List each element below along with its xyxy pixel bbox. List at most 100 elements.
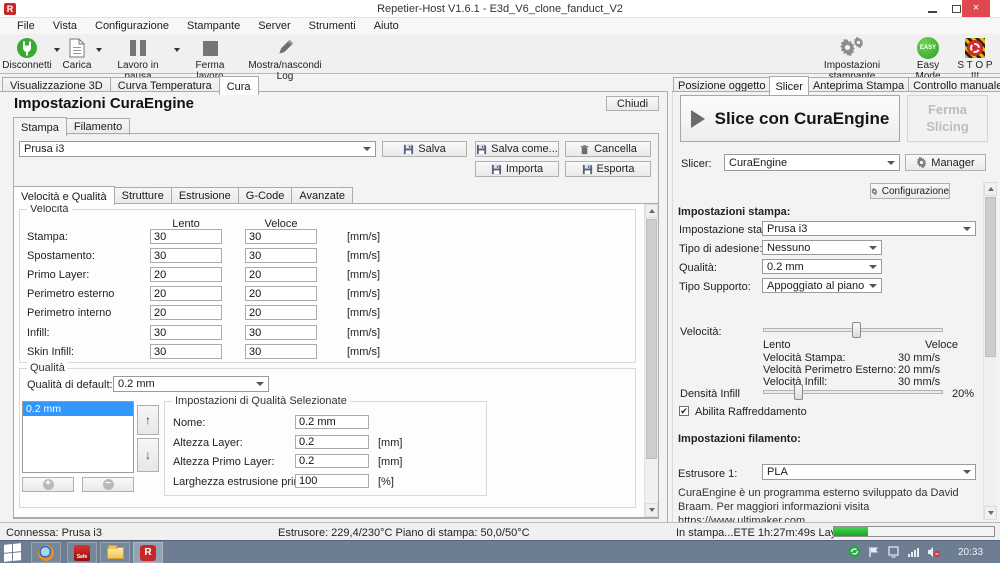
stampa-lento-input[interactable] [150, 229, 222, 244]
spostamento-veloce-input[interactable] [245, 248, 317, 263]
taskbar-safe[interactable]: Safe [67, 542, 97, 563]
move-down-button[interactable]: ↓ [137, 438, 159, 472]
cancella-button[interactable]: Cancella [565, 141, 651, 157]
floppy-icon [491, 164, 502, 175]
configurazione-button[interactable]: Configurazione [870, 183, 950, 199]
tab-slicer[interactable]: Slicer [769, 76, 809, 95]
flag-icon[interactable] [868, 546, 880, 558]
infill-lento-input[interactable] [150, 325, 222, 340]
pause-dropdown[interactable] [174, 48, 180, 52]
salva-come-button[interactable]: Salva come... [475, 141, 559, 157]
taskbar-explorer[interactable] [100, 542, 130, 563]
quality-list[interactable]: 0.2 mm [22, 401, 134, 473]
salva-button[interactable]: Salva [382, 141, 467, 157]
slider-thumb[interactable] [794, 384, 803, 400]
print-settings-title: Impostazioni stampa: [678, 206, 790, 218]
slider-thumb[interactable] [852, 322, 861, 338]
scroll-down-icon[interactable] [984, 506, 997, 520]
scrollbar-thumb[interactable] [646, 219, 657, 459]
spostamento-lento-input[interactable] [150, 248, 222, 263]
load-dropdown[interactable] [96, 48, 102, 52]
larghezza-estrusione-input[interactable] [295, 474, 369, 488]
menu-vista[interactable]: Vista [44, 20, 86, 32]
scroll-up-icon[interactable] [984, 182, 997, 196]
altezza-primo-layer-input[interactable] [295, 454, 369, 468]
subtab-stampa[interactable]: Stampa [13, 117, 67, 136]
slicer-combo[interactable]: CuraEngine [724, 154, 900, 171]
action-center-icon[interactable] [887, 546, 900, 558]
cooling-checkbox[interactable] [679, 406, 689, 416]
manager-button[interactable]: Manager [905, 154, 986, 171]
settings-scrollbar[interactable] [644, 204, 658, 517]
scroll-down-icon[interactable] [645, 503, 658, 517]
chiudi-button[interactable]: Chiudi [606, 96, 659, 111]
chevron-down-icon [869, 246, 877, 250]
stampa-veloce-input[interactable] [245, 229, 317, 244]
qualita-combo[interactable]: 0.2 mm [762, 259, 882, 274]
preset-combo[interactable]: Prusa i3 [19, 141, 376, 157]
importa-button[interactable]: Importa [475, 161, 559, 177]
altezza-layer-input[interactable] [295, 435, 369, 449]
skin-infill-veloce-input[interactable] [245, 344, 317, 359]
start-button[interactable] [4, 544, 21, 561]
right-scrollbar[interactable] [983, 182, 997, 520]
minimize-button[interactable] [920, 0, 944, 17]
tipo-adesione-combo[interactable]: Nessuno [762, 240, 882, 255]
tab-gcode[interactable]: G-Code [238, 187, 293, 204]
taskbar-firefox[interactable] [31, 542, 61, 563]
repetier-icon: R [140, 545, 156, 561]
move-up-button[interactable]: ↑ [137, 405, 159, 435]
gear-icon [871, 186, 878, 197]
network-icon[interactable] [907, 546, 920, 558]
skin-infill-lento-input[interactable] [150, 344, 222, 359]
extruder-combo[interactable]: PLA [762, 464, 976, 480]
esporta-button[interactable]: Esporta [565, 161, 651, 177]
list-item-selected[interactable]: 0.2 mm [23, 402, 133, 416]
menu-aiuto[interactable]: Aiuto [365, 20, 408, 32]
impostazione-stampa-combo[interactable]: Prusa i3 [762, 221, 976, 236]
primo-layer-lento-input[interactable] [150, 267, 222, 282]
perimetro-esterno-veloce-input[interactable] [245, 286, 317, 301]
veloce-label: Veloce [925, 339, 958, 351]
perimetro-interno-lento-input[interactable] [150, 305, 222, 320]
close-button[interactable]: × [962, 0, 990, 17]
sync-icon[interactable] [848, 545, 861, 558]
perimetro-esterno-lento-input[interactable] [150, 286, 222, 301]
menu-bar: File Vista Configurazione Stampante Serv… [0, 18, 1000, 34]
add-quality-button[interactable] [22, 477, 74, 492]
menu-file[interactable]: File [8, 20, 44, 32]
tab-velocita-qualita[interactable]: Velocità e Qualità [13, 186, 115, 205]
settings-tabstrip: Velocità e Qualità Strutture Estrusione … [13, 186, 352, 204]
primo-layer-veloce-input[interactable] [245, 267, 317, 282]
floppy-icon [476, 144, 487, 155]
load-button[interactable]: Carica [60, 36, 94, 71]
infill-slider[interactable] [763, 383, 943, 401]
scrollbar-thumb[interactable] [985, 197, 996, 357]
slice-button[interactable]: Slice con CuraEngine [680, 95, 900, 142]
pencil-icon [275, 38, 295, 58]
remove-quality-button[interactable] [82, 477, 134, 492]
quality-default-combo[interactable]: 0.2 mm [113, 376, 269, 392]
tab-avanzate[interactable]: Avanzate [291, 187, 353, 204]
tab-strutture[interactable]: Strutture [114, 187, 172, 204]
menu-strumenti[interactable]: Strumenti [300, 20, 365, 32]
menu-server[interactable]: Server [249, 20, 299, 32]
taskbar-clock[interactable]: 20:33 [958, 547, 983, 558]
nome-input[interactable] [295, 415, 369, 429]
tab-cura[interactable]: Cura [219, 76, 259, 95]
speed-slider[interactable] [763, 321, 943, 339]
volume-muted-icon[interactable] [927, 546, 941, 558]
taskbar-repetier[interactable]: R [133, 542, 163, 563]
infill-veloce-input[interactable] [245, 325, 317, 340]
window-title: Repetier-Host V1.6.1 - E3d_V6_clone_fand… [0, 3, 1000, 15]
scroll-up-icon[interactable] [645, 204, 658, 218]
tipo-supporto-combo[interactable]: Appoggiato al piano [762, 278, 882, 293]
chevron-down-icon [963, 227, 971, 231]
tab-estrusione[interactable]: Estrusione [171, 187, 239, 204]
cooling-label: Abilita Raffreddamento [695, 406, 807, 418]
screen: R Repetier-Host V1.6.1 - E3d_V6_clone_fa… [0, 0, 1000, 563]
menu-configurazione[interactable]: Configurazione [86, 20, 178, 32]
menu-stampante[interactable]: Stampante [178, 20, 249, 32]
perimetro-interno-veloce-input[interactable] [245, 305, 317, 320]
disconnect-button[interactable]: Disconnetti [2, 36, 52, 71]
